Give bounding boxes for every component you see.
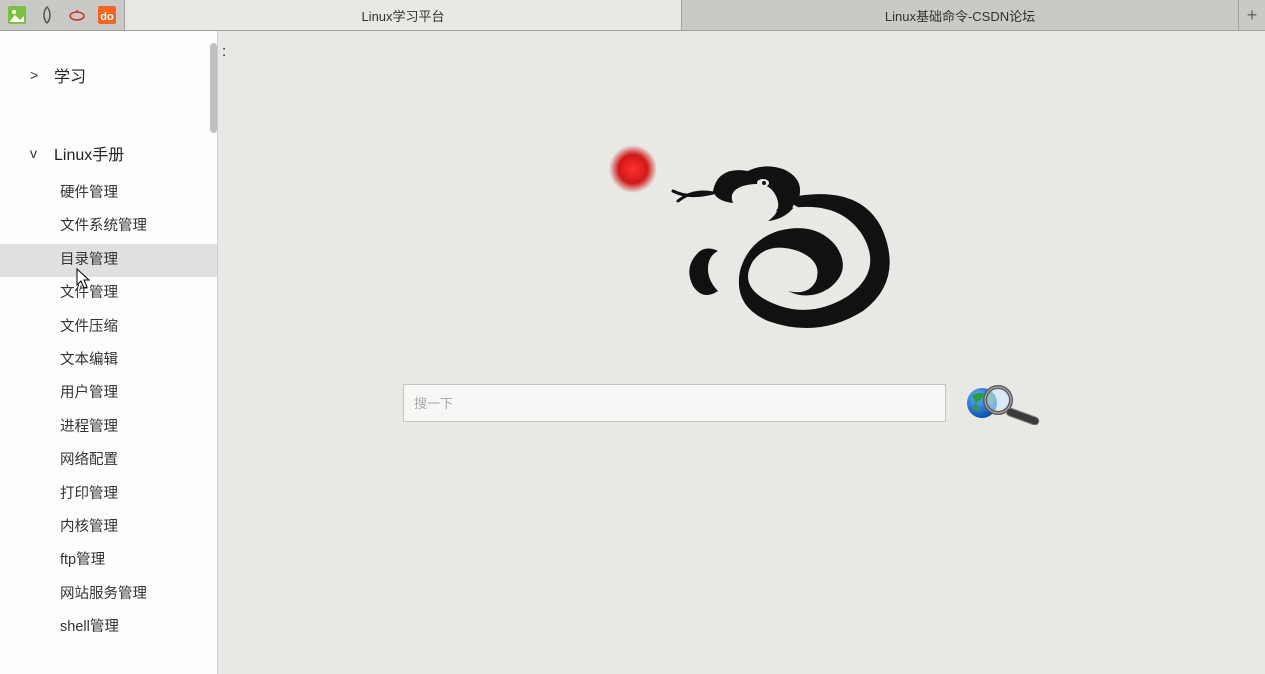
nav-item-website[interactable]: 网站服务管理 xyxy=(0,578,217,611)
nav-item-print[interactable]: 打印管理 xyxy=(0,478,217,511)
sidebar: > 学习 v Linux手册 硬件管理 文件系统管理 目录管理 文件管理 文件压… xyxy=(0,31,218,674)
nav-item-network[interactable]: 网络配置 xyxy=(0,444,217,477)
colon-text: : xyxy=(222,43,226,60)
chevron-down-icon: v xyxy=(30,145,37,161)
nav-item-directory[interactable]: 目录管理 xyxy=(0,244,217,277)
favicon-2[interactable] xyxy=(36,4,58,26)
favicon-3[interactable] xyxy=(66,4,88,26)
nav-section-linux-manual[interactable]: v Linux手册 xyxy=(0,129,217,177)
nav-item-compress[interactable]: 文件压缩 xyxy=(0,311,217,344)
content-area: : xyxy=(218,31,1265,674)
nav-item-hardware[interactable]: 硬件管理 xyxy=(0,177,217,210)
svg-text:do: do xyxy=(100,11,114,23)
tab-active[interactable]: Linux学习平台 xyxy=(125,0,682,30)
nav-item-textedit[interactable]: 文本编辑 xyxy=(0,344,217,377)
tab-inactive-title: Linux基础命令-CSDN论坛 xyxy=(885,6,1035,25)
nav-sublist: 硬件管理 文件系统管理 目录管理 文件管理 文件压缩 文本编辑 用户管理 进程管… xyxy=(0,177,217,644)
nav-item-ftp[interactable]: ftp管理 xyxy=(0,544,217,577)
nav-item-filesystem[interactable]: 文件系统管理 xyxy=(0,210,217,243)
nav-section-label: 学习 xyxy=(54,63,86,87)
chevron-right-icon: > xyxy=(30,67,38,83)
search-button[interactable] xyxy=(962,381,1046,425)
tab-favicon-strip: do xyxy=(0,0,125,30)
nav-item-user[interactable]: 用户管理 xyxy=(0,377,217,410)
browser-tab-bar: do Linux学习平台 Linux基础命令-CSDN论坛 + xyxy=(0,0,1265,31)
favicon-4[interactable]: do xyxy=(96,4,118,26)
favicon-1[interactable] xyxy=(6,4,28,26)
nav-item-file[interactable]: 文件管理 xyxy=(0,277,217,310)
nav-section-label: Linux手册 xyxy=(54,141,124,165)
search-row xyxy=(403,381,1046,425)
tab-active-title: Linux学习平台 xyxy=(361,6,444,25)
tab-add-button[interactable]: + xyxy=(1239,0,1265,30)
nav-item-process[interactable]: 进程管理 xyxy=(0,411,217,444)
nav-item-shell[interactable]: shell管理 xyxy=(0,611,217,644)
main-area: > 学习 v Linux手册 硬件管理 文件系统管理 目录管理 文件管理 文件压… xyxy=(0,31,1265,674)
globe-magnifier-icon xyxy=(962,381,1046,425)
logo-snake xyxy=(598,141,898,351)
nav-section-learn[interactable]: > 学习 xyxy=(0,51,217,99)
nav-item-kernel[interactable]: 内核管理 xyxy=(0,511,217,544)
tab-inactive[interactable]: Linux基础命令-CSDN论坛 xyxy=(682,0,1239,30)
search-input[interactable] xyxy=(403,384,946,422)
